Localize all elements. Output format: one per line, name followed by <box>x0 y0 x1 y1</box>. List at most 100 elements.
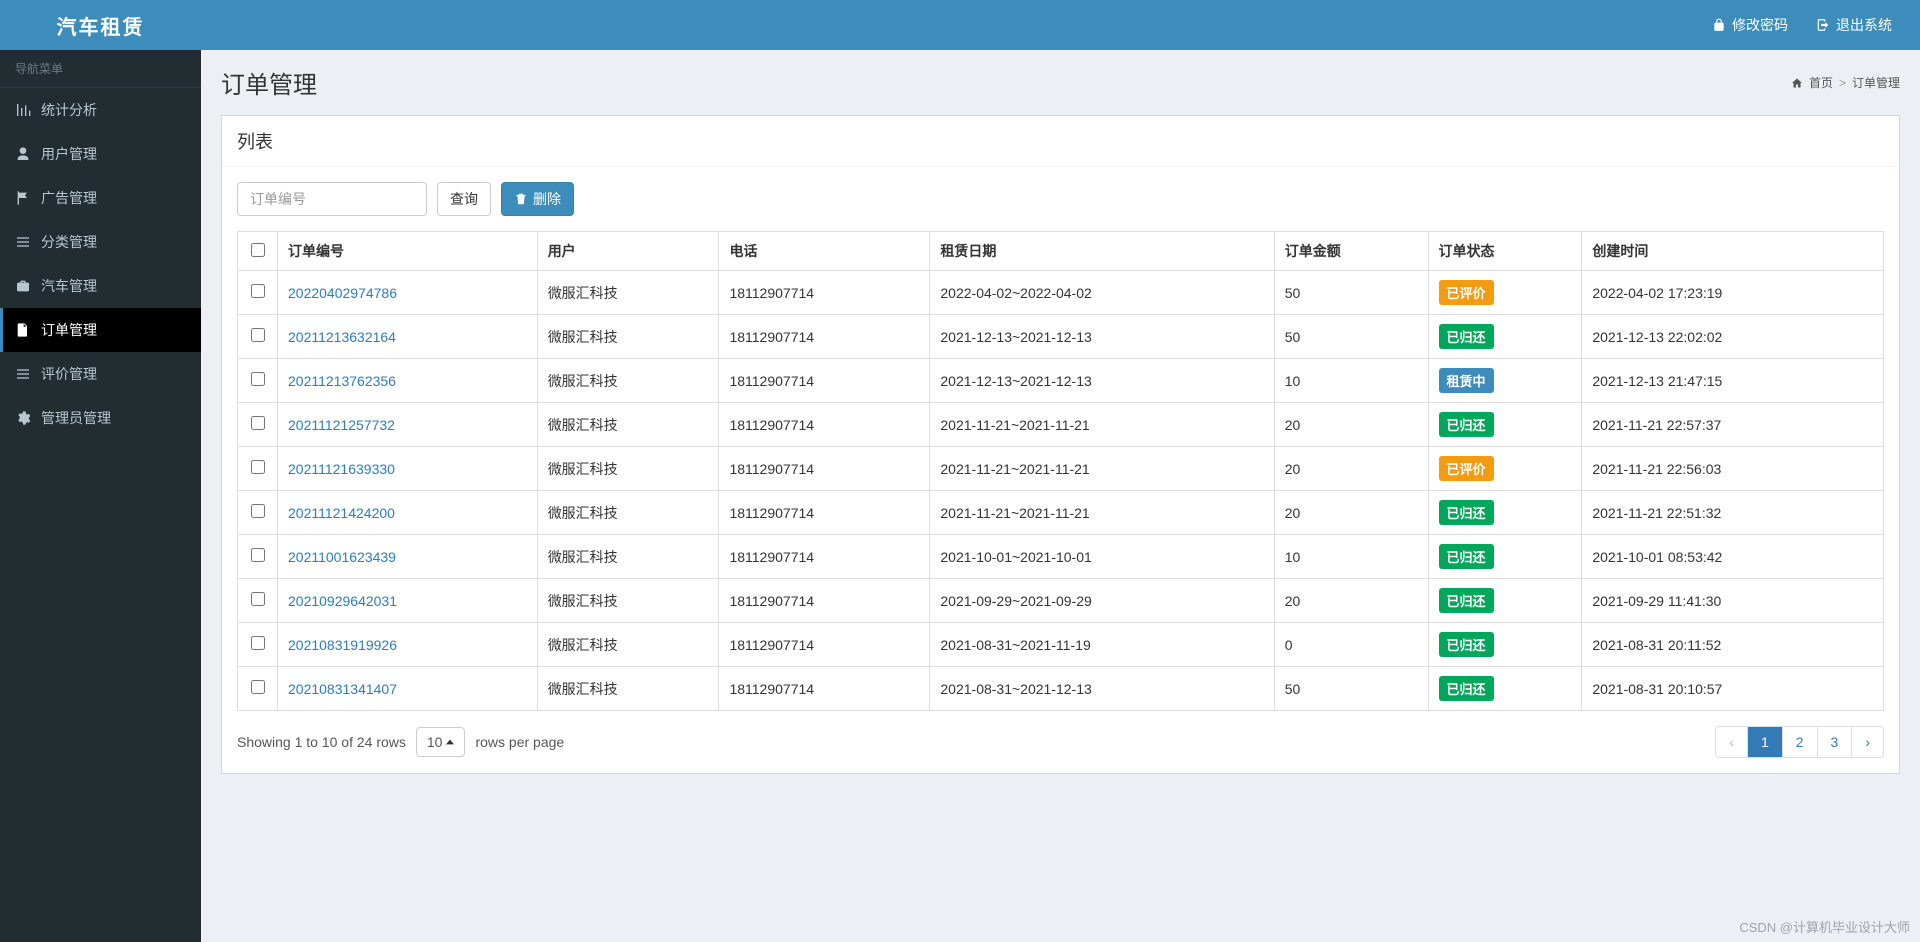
cell-created: 2021-08-31 20:10:57 <box>1582 667 1884 711</box>
panel-title: 列表 <box>222 116 1899 167</box>
order-no-link[interactable]: 20210929642031 <box>288 593 397 609</box>
order-no-link[interactable]: 20211213632164 <box>288 329 396 345</box>
status-badge: 已归还 <box>1439 676 1494 701</box>
cell-period: 2021-11-21~2021-11-21 <box>930 403 1274 447</box>
status-badge: 已归还 <box>1439 324 1494 349</box>
sidebar-item-5[interactable]: 订单管理 <box>0 308 201 352</box>
cell-phone: 18112907714 <box>719 271 930 315</box>
status-badge: 租赁中 <box>1439 368 1494 393</box>
page-size-select[interactable]: 10 <box>416 727 466 757</box>
table-footer: Showing 1 to 10 of 24 rows 10 rows per p… <box>237 726 1884 758</box>
cell-amount: 10 <box>1274 359 1428 403</box>
order-no-link[interactable]: 20220402974786 <box>288 285 397 301</box>
table-row: 20211213762356微服汇科技181129077142021-12-13… <box>238 359 1884 403</box>
toolbar: 查询 删除 <box>237 182 1884 216</box>
list-icon <box>15 366 31 382</box>
sidebar-item-0[interactable]: 统计分析 <box>0 88 201 132</box>
sidebar-item-3[interactable]: 分类管理 <box>0 220 201 264</box>
row-checkbox[interactable] <box>251 548 265 562</box>
row-checkbox[interactable] <box>251 680 265 694</box>
col-created: 创建时间 <box>1582 232 1884 271</box>
sidebar-item-label: 汽车管理 <box>41 276 97 296</box>
order-no-link[interactable]: 20210831341407 <box>288 681 397 697</box>
cell-amount: 0 <box>1274 623 1428 667</box>
cell-user: 微服汇科技 <box>537 535 719 579</box>
lock-icon <box>1712 18 1726 32</box>
cell-phone: 18112907714 <box>719 579 930 623</box>
table-row: 20210831341407 微服汇科技18112907714 2021-08-31… <box>238 667 1884 711</box>
cell-user: 微服汇科技 <box>537 403 719 447</box>
status-badge: 已归还 <box>1439 632 1494 657</box>
sidebar-item-4[interactable]: 汽车管理 <box>0 264 201 308</box>
row-checkbox[interactable] <box>251 592 265 606</box>
table-row: 20211121639330微服汇科技181129077142021-11-21… <box>238 447 1884 491</box>
breadcrumb-current: 订单管理 <box>1852 74 1900 91</box>
status-badge: 已归还 <box>1439 588 1494 613</box>
col-amount: 订单金额 <box>1274 232 1428 271</box>
sidebar-item-label: 分类管理 <box>41 232 97 252</box>
row-checkbox[interactable] <box>251 284 265 298</box>
page-3[interactable]: 3 <box>1818 727 1853 757</box>
cell-created: 2022-04-02 17:23:19 <box>1582 271 1884 315</box>
sidebar-item-label: 订单管理 <box>41 320 97 340</box>
gear-icon <box>15 410 31 426</box>
cell-period: 2022-04-02~2022-04-02 <box>930 271 1274 315</box>
bar-chart-icon <box>15 102 31 118</box>
logout-label: 退出系统 <box>1836 15 1892 35</box>
row-checkbox[interactable] <box>251 460 265 474</box>
cell-period: 2021-09-29~2021-09-29 <box>930 579 1274 623</box>
order-no-link[interactable]: 20211121257732 <box>288 417 395 433</box>
breadcrumb-home[interactable]: 首页 <box>1809 74 1833 91</box>
status-badge: 已归还 <box>1439 500 1494 525</box>
sidebar-item-label: 统计分析 <box>41 100 97 120</box>
cell-phone: 18112907714 <box>719 667 930 711</box>
select-all-checkbox[interactable] <box>251 243 265 257</box>
home-icon <box>1791 77 1803 89</box>
page-next[interactable]: › <box>1852 727 1883 757</box>
page-prev: ‹ <box>1716 727 1748 757</box>
page-1[interactable]: 1 <box>1748 727 1783 757</box>
cell-user: 微服汇科技 <box>537 271 719 315</box>
row-checkbox[interactable] <box>251 328 265 342</box>
order-no-link[interactable]: 20210831919926 <box>288 637 397 653</box>
status-badge: 已归还 <box>1439 544 1494 569</box>
col-user: 用户 <box>537 232 719 271</box>
cell-user: 微服汇科技 <box>537 579 719 623</box>
table-row: 20211121257732微服汇科技181129077142021-11-21… <box>238 403 1884 447</box>
list-icon <box>15 234 31 250</box>
sidebar-item-2[interactable]: 广告管理 <box>0 176 201 220</box>
sidebar-item-label: 评价管理 <box>41 364 97 384</box>
cell-user: 微服汇科技 <box>537 667 719 711</box>
page-2[interactable]: 2 <box>1783 727 1818 757</box>
status-badge: 已评价 <box>1439 456 1494 481</box>
table-row: 20210929642031 微服汇科技181129077142021-09-29… <box>238 579 1884 623</box>
cell-period: 2021-12-13~2021-12-13 <box>930 359 1274 403</box>
cell-period: 2021-12-13~2021-12-13 <box>930 315 1274 359</box>
row-checkbox[interactable] <box>251 504 265 518</box>
change-password-link[interactable]: 修改密码 <box>1712 15 1788 35</box>
order-no-link[interactable]: 20211121639330 <box>288 461 395 477</box>
cell-phone: 18112907714 <box>719 359 930 403</box>
query-button[interactable]: 查询 <box>437 182 491 216</box>
delete-button[interactable]: 删除 <box>501 182 574 216</box>
order-no-link[interactable]: 20211213762356 <box>288 373 396 389</box>
sidebar-item-7[interactable]: 管理员管理 <box>0 396 201 440</box>
logout-link[interactable]: 退出系统 <box>1816 15 1892 35</box>
row-checkbox[interactable] <box>251 416 265 430</box>
query-button-label: 查询 <box>450 189 478 209</box>
search-input[interactable] <box>237 182 427 216</box>
breadcrumb: 首页 > 订单管理 <box>1791 74 1900 91</box>
row-checkbox[interactable] <box>251 372 265 386</box>
cell-created: 2021-11-21 22:56:03 <box>1582 447 1884 491</box>
cell-phone: 18112907714 <box>719 315 930 359</box>
sidebar-item-1[interactable]: 用户管理 <box>0 132 201 176</box>
table-row: 20211121424200微服汇科技181129077142021-11-21… <box>238 491 1884 535</box>
row-checkbox[interactable] <box>251 636 265 650</box>
order-no-link[interactable]: 20211001623439 <box>288 549 396 565</box>
table-header-row: 订单编号 用户 电话 租赁日期 订单金额 订单状态 创建时间 <box>238 232 1884 271</box>
list-panel: 列表 查询 删除 订单编号 <box>221 115 1900 774</box>
sidebar-item-6[interactable]: 评价管理 <box>0 352 201 396</box>
cell-user: 微服汇科技 <box>537 315 719 359</box>
order-no-link[interactable]: 20211121424200 <box>288 505 395 521</box>
cell-amount: 20 <box>1274 579 1428 623</box>
